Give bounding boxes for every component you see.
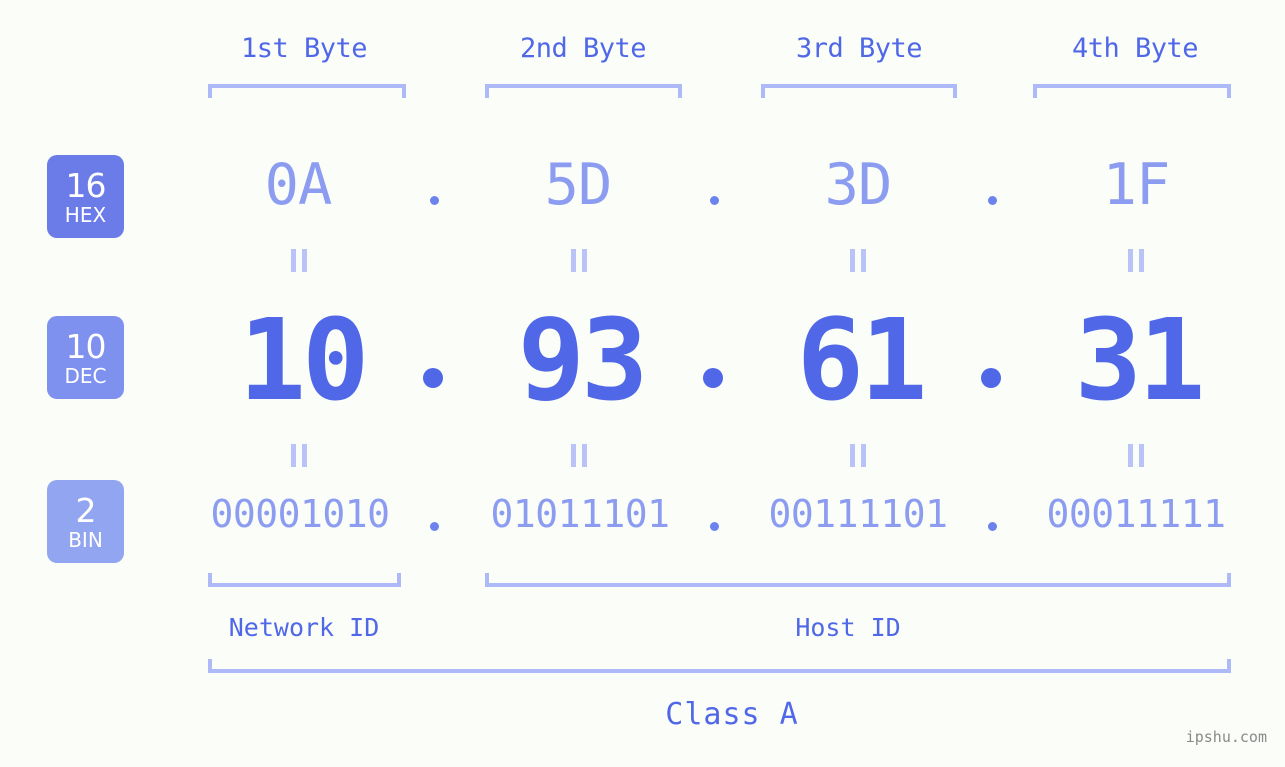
base-badge-bin-label: BIN: [68, 527, 103, 552]
dec-value-1: 10: [238, 296, 370, 426]
hex-value-1: 0A: [264, 152, 333, 218]
hex-separator-3: [988, 196, 997, 205]
byte-bracket-2: [485, 84, 682, 98]
base-badge-dec-number: 10: [65, 326, 107, 366]
bin-value-3: 00111101: [768, 492, 948, 536]
dec-separator-3: [981, 368, 1001, 388]
base-badge-dec: 10 DEC: [47, 316, 124, 399]
equals-icon-hex-dec-4: [1128, 249, 1145, 272]
bin-separator-2: [710, 522, 719, 531]
byte-bracket-1: [208, 84, 406, 98]
equals-icon-hex-dec-2: [571, 249, 588, 272]
equals-icon-dec-bin-1: [291, 444, 308, 467]
bin-separator-1: [430, 522, 439, 531]
equals-icon-dec-bin-4: [1128, 444, 1145, 467]
base-badge-hex: 16 HEX: [47, 155, 124, 238]
byte-bracket-4: [1033, 84, 1231, 98]
equals-icon-hex-dec-3: [850, 249, 867, 272]
equals-icon-dec-bin-2: [571, 444, 588, 467]
equals-icon-dec-bin-3: [850, 444, 867, 467]
base-badge-bin: 2 BIN: [47, 480, 124, 563]
class-bracket: [208, 659, 1231, 673]
dec-separator-2: [703, 368, 723, 388]
bin-value-1: 00001010: [210, 492, 390, 536]
byte-header-1: 1st Byte: [240, 33, 368, 64]
dec-separator-1: [423, 368, 443, 388]
hex-separator-2: [710, 196, 719, 205]
hex-value-4: 1F: [1102, 152, 1171, 218]
byte-bracket-3: [761, 84, 957, 98]
watermark: ipshu.com: [1185, 728, 1267, 746]
host-id-label: Host ID: [795, 613, 901, 642]
dec-value-3: 61: [796, 296, 928, 426]
dec-value-2: 93: [517, 296, 649, 426]
base-badge-hex-label: HEX: [64, 202, 107, 227]
hex-value-3: 3D: [824, 152, 893, 218]
bin-value-2: 01011101: [490, 492, 670, 536]
base-badge-dec-label: DEC: [64, 363, 107, 388]
equals-icon-hex-dec-1: [291, 249, 308, 272]
network-id-label: Network ID: [228, 613, 380, 642]
bin-value-4: 00011111: [1046, 492, 1226, 536]
base-badge-hex-number: 16: [65, 165, 107, 205]
diagram-canvas: 1st Byte 2nd Byte 3rd Byte 4th Byte 16 H…: [0, 0, 1285, 767]
dec-value-4: 31: [1074, 296, 1206, 426]
byte-header-3: 3rd Byte: [795, 33, 923, 64]
class-label: Class A: [665, 697, 799, 732]
byte-header-4: 4th Byte: [1071, 33, 1199, 64]
hex-value-2: 5D: [544, 152, 613, 218]
base-badge-bin-number: 2: [75, 490, 97, 530]
network-id-bracket: [208, 573, 401, 587]
bin-separator-3: [988, 522, 997, 531]
host-id-bracket: [485, 573, 1231, 587]
hex-separator-1: [430, 196, 439, 205]
byte-header-2: 2nd Byte: [519, 33, 647, 64]
